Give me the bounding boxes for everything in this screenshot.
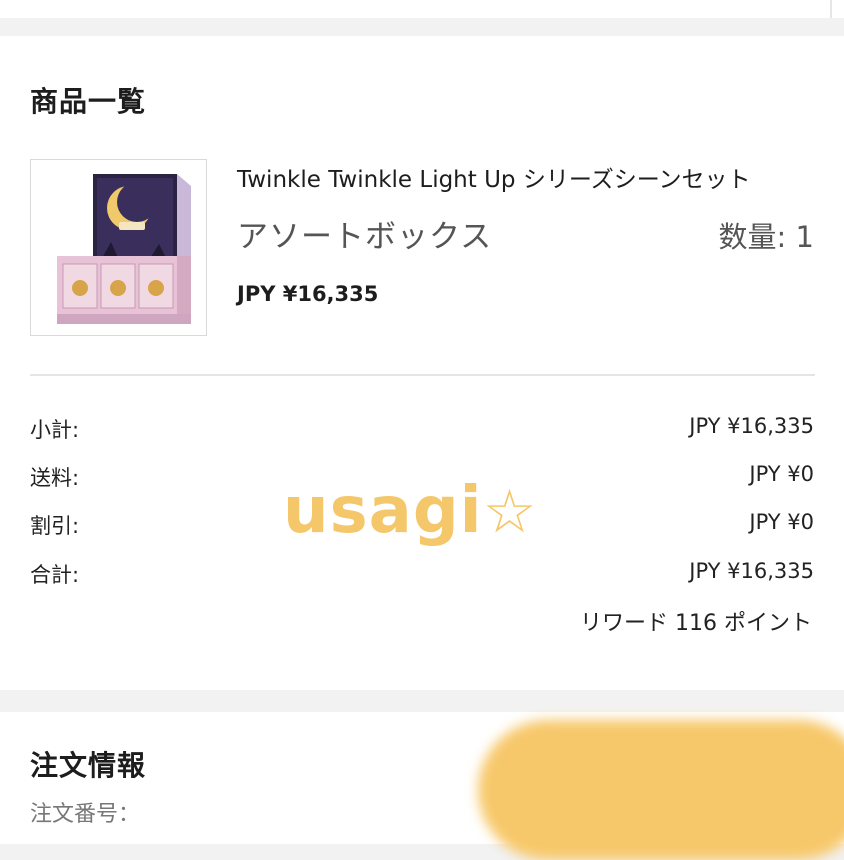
- watermark-text: usagi: [283, 474, 483, 548]
- product-image: [31, 160, 206, 335]
- star-icon: ☆: [482, 477, 538, 547]
- top-card-edge: [0, 0, 844, 18]
- summary-row-subtotal: 小計: JPY ¥16,335: [30, 414, 814, 444]
- divider: [30, 374, 815, 376]
- section-title-order-info: 注文情報: [30, 749, 147, 782]
- summary-label: 割引:: [30, 514, 80, 538]
- summary-label: 合計:: [30, 563, 80, 587]
- product-thumbnail[interactable]: [30, 159, 207, 336]
- summary-value: JPY ¥0: [749, 510, 814, 534]
- section-title-products: 商品一覧: [30, 85, 147, 118]
- summary-value: JPY ¥16,335: [689, 559, 814, 583]
- reward-points: リワード 116 ポイント: [580, 611, 812, 636]
- product-quantity: 数量: 1: [718, 220, 814, 254]
- product-name[interactable]: Twinkle Twinkle Light Up シリーズシーンセット: [237, 160, 817, 194]
- order-number-label: 注文番号：: [30, 802, 141, 827]
- summary-row-total: 合計: JPY ¥16,335: [30, 559, 814, 589]
- redaction-blob: [478, 720, 844, 860]
- watermark: usagi☆: [283, 474, 537, 548]
- summary-label: 送料:: [30, 466, 80, 490]
- product-variant: アソートボックス: [237, 219, 493, 255]
- summary-value: JPY ¥0: [749, 462, 814, 486]
- summary-value: JPY ¥16,335: [689, 414, 814, 438]
- summary-label: 小計:: [30, 418, 80, 442]
- product-price: JPY ¥16,335: [237, 282, 379, 306]
- product-list-card: 商品一覧 Twinkle Twinkle Light Up シリーズシーンセット…: [0, 36, 844, 690]
